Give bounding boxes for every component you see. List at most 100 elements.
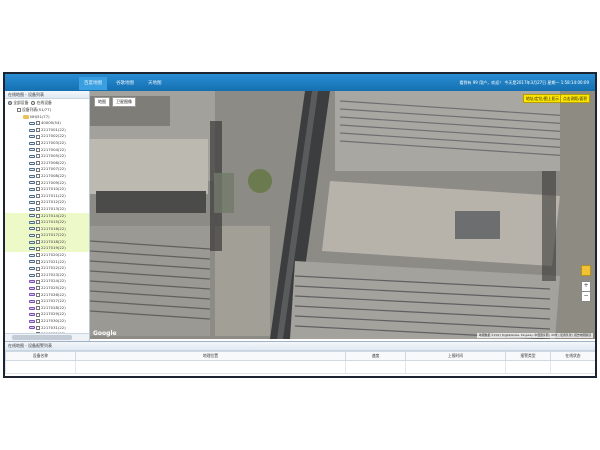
tree-device-item[interactable]: 2217011(22) <box>5 193 89 200</box>
tree-device-item[interactable]: 2217003(22) <box>5 140 89 147</box>
map-copyright[interactable]: 地图数据 ©2017 DigitalGlobe, Kingway, 中国国家图 … <box>477 333 593 338</box>
tree-device-item[interactable]: 2217008(22) <box>5 173 89 180</box>
sidebar: 在线地图 - 设备列表 全部设备 在线设备 设备列表(51/77) NH(51/7… <box>5 91 90 341</box>
tree-device-item[interactable]: 2217021(22) <box>5 259 89 266</box>
tree-item-label: 2217006(22) <box>41 159 66 165</box>
tree-checkbox[interactable] <box>36 174 40 179</box>
tree-device-item[interactable]: 2217023(22) <box>5 272 89 279</box>
vehicle-icon <box>29 300 35 304</box>
tree-item-label: 2217013(22) <box>41 205 66 211</box>
tree-device-item[interactable]: 2217004(22) <box>5 147 89 154</box>
tree-device-item[interactable]: 2217022(22) <box>5 265 89 272</box>
tree-checkbox[interactable] <box>36 286 40 291</box>
tree-checkbox[interactable] <box>36 319 40 324</box>
tree-device-item[interactable]: 2217013(22) <box>5 206 89 213</box>
tree-checkbox[interactable] <box>36 226 40 231</box>
tree-checkbox[interactable] <box>36 213 40 218</box>
tree-device-item[interactable]: 2217005(22) <box>5 153 89 160</box>
google-logo: Google <box>93 330 117 337</box>
tree-checkbox[interactable] <box>36 167 40 172</box>
tree-checkbox[interactable] <box>36 306 40 311</box>
tree-checkbox[interactable] <box>36 134 40 139</box>
tree-checkbox[interactable] <box>17 108 21 113</box>
tree-checkbox[interactable] <box>36 292 40 297</box>
column-location[interactable]: 地理位置 <box>75 351 346 361</box>
tree-checkbox[interactable] <box>36 200 40 205</box>
measure-distance-button[interactable]: 点击测距/面积 <box>560 94 591 103</box>
filter-online-option[interactable]: 在线设备 <box>31 99 52 107</box>
tree-checkbox[interactable] <box>36 266 40 271</box>
tree-device-item[interactable]: 2217026(22) <box>5 292 89 299</box>
column-speed[interactable]: 速度 <box>345 351 406 361</box>
tree-device-item[interactable]: 2217007(22) <box>5 166 89 173</box>
map-type-map-button[interactable]: 地图 <box>94 97 110 107</box>
tree-device-item[interactable]: 2217025(22) <box>5 285 89 292</box>
tree-device-item[interactable]: 2217017(22) <box>5 232 89 239</box>
tree-checkbox[interactable] <box>36 207 40 212</box>
alarm-table: 设备名称 地理位置 速度 上报时间 报警类型 在线状态 <box>5 351 595 374</box>
tree-device-item[interactable]: 2217014(22) <box>5 212 89 220</box>
zoom-out-button[interactable]: − <box>581 291 591 302</box>
tree-device-item[interactable]: 2217010(22) <box>5 186 89 193</box>
tree-device-item[interactable]: 2217016(22) <box>5 225 89 233</box>
tree-device-item[interactable]: 2217027(22) <box>5 298 89 305</box>
tree-device-item[interactable]: 2217012(22) <box>5 199 89 206</box>
tree-checkbox[interactable] <box>36 325 40 330</box>
vehicle-icon <box>29 141 35 145</box>
tree-checkbox[interactable] <box>36 147 40 152</box>
scrollbar-thumb[interactable] <box>12 335 72 340</box>
tree-checkbox[interactable] <box>36 240 40 245</box>
locate-address-button[interactable]: 地址/定位/图上显示 <box>523 94 562 103</box>
tree-checkbox[interactable] <box>36 154 40 159</box>
satellite-map[interactable]: 地图 卫星图像 地址/定位/图上显示 点击测距/面积 + − Google 地图… <box>90 91 595 339</box>
tree-checkbox[interactable] <box>36 220 40 225</box>
tree-device-item[interactable]: 2217029(22) <box>5 311 89 318</box>
tree-checkbox[interactable] <box>36 259 40 264</box>
tree-device-item[interactable]: 2217028(22) <box>5 305 89 312</box>
column-online-status[interactable]: 在线状态 <box>550 351 595 361</box>
tree-device-item[interactable]: 2217002(22) <box>5 133 89 140</box>
tree-device-item[interactable]: 2217009(22) <box>5 180 89 187</box>
tree-device-item[interactable]: 2217018(22) <box>5 238 89 246</box>
tree-checkbox[interactable] <box>36 253 40 258</box>
tree-checkbox[interactable] <box>36 279 40 284</box>
tree-checkbox[interactable] <box>36 128 40 133</box>
tree-device-item[interactable]: 2217020(22) <box>5 252 89 259</box>
tree-device-item[interactable]: 2217001(22) <box>5 127 89 134</box>
filter-all-option[interactable]: 全部设备 <box>8 99 28 107</box>
tab-baidu-map[interactable]: 百度地图 <box>79 77 107 90</box>
vehicle-icon <box>29 220 35 224</box>
tree-checkbox[interactable] <box>36 312 40 317</box>
vehicle-icon <box>29 207 35 211</box>
sidebar-scrollbar[interactable] <box>5 333 89 341</box>
tab-tianditu-map[interactable]: 天地图 <box>143 77 167 90</box>
tree-item-label: 2217001(22) <box>41 126 66 132</box>
tree-checkbox[interactable] <box>36 194 40 199</box>
tree-device-item[interactable]: 2217030(22) <box>5 318 89 325</box>
tab-google-map[interactable]: 谷歌地图 <box>111 77 139 90</box>
tree-device-item[interactable]: 2217031(22) <box>5 325 89 332</box>
tree-checkbox[interactable] <box>36 299 40 304</box>
tree-item-label: 2217030(22) <box>41 318 66 323</box>
tree-checkbox[interactable] <box>36 273 40 278</box>
tree-checkbox[interactable] <box>36 180 40 185</box>
street-view-pegman-icon[interactable] <box>581 265 591 276</box>
tree-group-item[interactable]: 设备列表(51/77) <box>5 107 89 114</box>
vehicle-icon <box>29 313 35 317</box>
tree-device-item[interactable]: 2217019(22) <box>5 245 89 253</box>
tree-group-item[interactable]: NH(51/77) <box>5 114 89 121</box>
tree-checkbox[interactable] <box>36 187 40 192</box>
map-type-satellite-button[interactable]: 卫星图像 <box>112 97 136 107</box>
tree-device-item[interactable]: 2217006(22) <box>5 160 89 167</box>
column-device-name[interactable]: 设备名称 <box>5 351 76 361</box>
tree-checkbox[interactable] <box>36 233 40 238</box>
column-report-time[interactable]: 上报时间 <box>405 351 506 361</box>
tree-checkbox[interactable] <box>36 121 40 126</box>
column-alarm-type[interactable]: 报警类型 <box>505 351 551 361</box>
tree-device-item[interactable]: 2217015(22) <box>5 219 89 226</box>
tree-checkbox[interactable] <box>36 246 40 251</box>
tree-device-item[interactable]: 40000(54) <box>5 120 89 127</box>
tree-checkbox[interactable] <box>36 161 40 166</box>
tree-device-item[interactable]: 2217024(22) <box>5 278 89 285</box>
tree-checkbox[interactable] <box>36 141 40 146</box>
